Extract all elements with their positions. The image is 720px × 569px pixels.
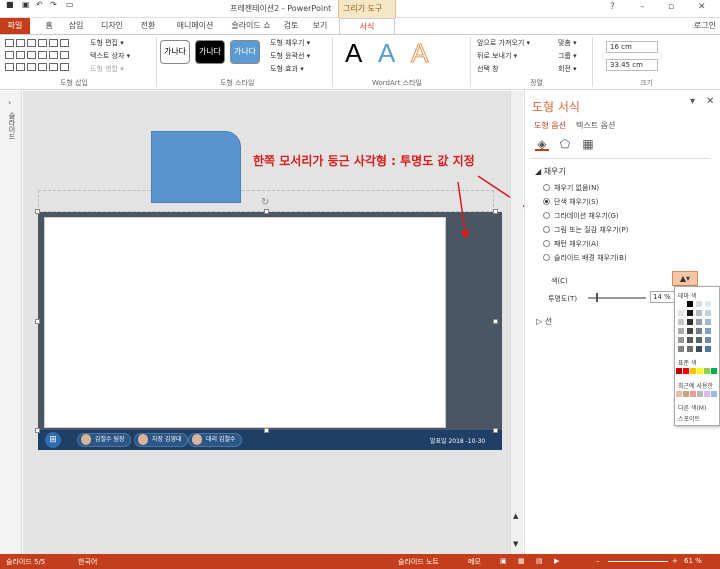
radio-picture-fill[interactable]: [543, 226, 550, 233]
theme-color-swatch[interactable]: [687, 328, 693, 334]
theme-color-swatch[interactable]: [705, 310, 711, 316]
zoom-level[interactable]: 61 %: [684, 557, 702, 565]
comments-button[interactable]: 메모: [468, 557, 481, 567]
color-swatch[interactable]: [711, 368, 717, 374]
theme-color-swatch[interactable]: [678, 337, 684, 343]
reading-view-icon[interactable]: ▤: [536, 557, 543, 565]
theme-color-swatch[interactable]: [678, 328, 684, 334]
theme-color-swatch[interactable]: [696, 310, 702, 316]
slideshow-view-icon[interactable]: ▶: [554, 557, 559, 565]
sorter-view-icon[interactable]: ▦: [518, 557, 525, 565]
radio-label: 채우기 없음(N): [554, 184, 600, 192]
radio-label: 슬라이드 배경 채우기(B): [554, 254, 627, 262]
standard-colors-label: 표준 색: [678, 360, 697, 367]
line-section-header[interactable]: ▷ 선: [536, 316, 552, 327]
theme-color-swatch[interactable]: [678, 301, 684, 307]
color-swatch[interactable]: [697, 368, 703, 374]
transparency-slider-thumb[interactable]: [595, 293, 598, 302]
radio-label: 그림 또는 질감 채우기(P): [554, 226, 629, 234]
color-swatch[interactable]: [697, 391, 703, 397]
radio-solid-fill[interactable]: [543, 198, 550, 205]
pane-options-icon[interactable]: ▾: [690, 96, 695, 107]
more-colors-button[interactable]: 다른 색(M): [678, 403, 706, 412]
theme-color-swatch[interactable]: [696, 301, 702, 307]
transparency-input[interactable]: 14 %: [650, 291, 676, 303]
effects-pentagon-icon[interactable]: ⬠: [558, 137, 572, 151]
tab-shape-options[interactable]: 도형 옵션: [534, 120, 566, 131]
fill-color-dropdown[interactable]: ▲▾: [672, 271, 698, 286]
slide-counter: 슬라이드 5/5: [6, 558, 46, 566]
radio-label: 단색 채우기(S): [554, 198, 599, 206]
theme-color-swatch[interactable]: [705, 346, 711, 352]
zoom-in-icon[interactable]: +: [672, 557, 678, 565]
color-swatch[interactable]: [704, 368, 710, 374]
notes-button[interactable]: 슬라이드 노트: [398, 557, 439, 567]
radio-pattern-fill[interactable]: [543, 240, 550, 247]
fill-section-header[interactable]: ◢ 채우기: [535, 166, 566, 177]
eyedropper-button[interactable]: 스포이트: [678, 414, 700, 423]
theme-color-swatch[interactable]: [696, 319, 702, 325]
theme-color-swatch[interactable]: [705, 301, 711, 307]
size-properties-icon[interactable]: ▦: [581, 137, 595, 151]
radio-label: 그라데이션 채우기(G): [554, 212, 619, 220]
color-swatch[interactable]: [690, 368, 696, 374]
theme-color-swatch[interactable]: [696, 346, 702, 352]
theme-color-swatch[interactable]: [687, 319, 693, 325]
theme-colors-label: 테마 색: [678, 293, 697, 300]
transparency-label: 투명도(T): [548, 295, 578, 303]
color-swatch[interactable]: [704, 391, 710, 397]
theme-color-swatch[interactable]: [687, 346, 693, 352]
tab-text-options[interactable]: 텍스트 옵션: [576, 120, 615, 131]
theme-color-swatch[interactable]: [678, 346, 684, 352]
vertical-scrollbar[interactable]: [510, 91, 523, 554]
fill-line-icon[interactable]: ◈: [535, 137, 549, 151]
color-label: 색(C): [551, 277, 568, 285]
scroll-down-icon[interactable]: ▼: [513, 540, 518, 548]
pane-divider: [530, 158, 710, 159]
theme-color-swatch[interactable]: [696, 328, 702, 334]
theme-color-swatch[interactable]: [705, 319, 711, 325]
theme-color-swatch[interactable]: [705, 328, 711, 334]
normal-view-icon[interactable]: ▣: [500, 557, 507, 565]
theme-color-swatch[interactable]: [678, 310, 684, 316]
language-indicator[interactable]: 한국어: [78, 557, 97, 567]
color-swatch[interactable]: [683, 368, 689, 374]
zoom-out-icon[interactable]: –: [596, 557, 600, 565]
radio-no-fill[interactable]: [543, 184, 550, 191]
radio-slide-background-fill[interactable]: [543, 254, 550, 261]
color-swatch[interactable]: [683, 391, 689, 397]
theme-color-swatch[interactable]: [687, 337, 693, 343]
color-swatch[interactable]: [676, 391, 682, 397]
close-icon[interactable]: ✕: [706, 96, 714, 107]
color-swatch[interactable]: [676, 368, 682, 374]
color-swatch[interactable]: [690, 391, 696, 397]
radio-label: 패턴 채우기(A): [554, 240, 599, 248]
radio-gradient-fill[interactable]: [543, 212, 550, 219]
zoom-slider[interactable]: [608, 561, 668, 562]
recent-colors-label: 최근에 사용한: [678, 383, 714, 390]
color-swatch[interactable]: [711, 391, 717, 397]
theme-color-swatch[interactable]: [687, 301, 693, 307]
theme-color-swatch[interactable]: [687, 310, 693, 316]
theme-color-swatch[interactable]: [705, 337, 711, 343]
scroll-up-icon[interactable]: ▲: [513, 512, 518, 520]
theme-color-swatch[interactable]: [696, 337, 702, 343]
pane-title: 도형 서식: [532, 100, 580, 114]
theme-color-swatch[interactable]: [678, 319, 684, 325]
